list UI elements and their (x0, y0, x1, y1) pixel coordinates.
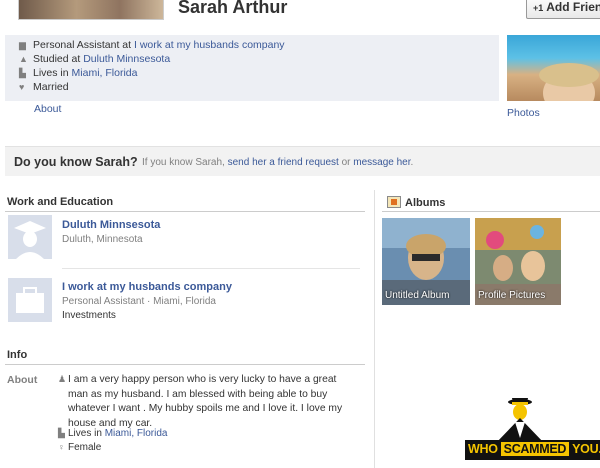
add-friend-label: Add Friend (546, 0, 600, 14)
intro-education-link[interactable]: Duluth Minnsesota (83, 53, 170, 65)
employer-subtitle: Personal Assistant · Miami, Florida (62, 296, 216, 307)
intro-work: ▆ Personal Assistant at I work at my husb… (19, 39, 285, 51)
do-you-know-text: If you know Sarah, send her a friend req… (142, 157, 414, 168)
album-label: Untitled Album (385, 290, 450, 301)
about-link[interactable]: About (34, 103, 61, 115)
building-icon: ▙ (58, 428, 65, 438)
album-profile-pictures[interactable]: Profile Pictures (475, 218, 561, 305)
whoscammedyou-watermark: WHOSCAMMEDYOU.COM (465, 392, 600, 462)
briefcase-icon[interactable] (8, 278, 52, 322)
divider (62, 268, 360, 269)
person-icon: ♟ (58, 374, 67, 384)
photos-thumbnail[interactable] (507, 35, 600, 101)
building-icon: ▙ (19, 68, 26, 78)
albums-icon (387, 196, 401, 208)
intro-relationship: ♥ Married (19, 81, 69, 93)
cover-photo[interactable] (18, 0, 164, 20)
bio-text: I am a very happy person who is very luc… (68, 374, 343, 429)
albums-heading: Albums (405, 197, 446, 209)
about-label: About (7, 374, 38, 386)
heart-icon: ♥ (19, 82, 25, 92)
album-label: Profile Pictures (478, 290, 546, 301)
intro-location-link[interactable]: Miami, Florida (72, 67, 138, 79)
school-link[interactable]: Duluth Minnsesota (62, 219, 160, 231)
add-friend-icon: +1 (533, 3, 544, 13)
work-education-heading: Work and Education (7, 196, 114, 208)
send-friend-request-link[interactable]: send her a friend request (228, 157, 339, 168)
add-friend-button[interactable]: +1Add Friend (526, 0, 600, 19)
watermark-text: WHOSCAMMEDYOU.COM (468, 442, 600, 456)
graduation-cap-icon: ▲ (19, 54, 28, 64)
school-silhouette-icon[interactable] (8, 215, 52, 259)
photo-face-shape (539, 63, 599, 101)
info-gender: ♀ Female (58, 442, 102, 453)
divider (382, 211, 600, 212)
intro-education: ▲ Studied at Duluth Minnsesota (19, 53, 171, 65)
info-lives-link[interactable]: Miami, Florida (105, 428, 168, 439)
info-heading: Info (7, 349, 28, 361)
photos-link[interactable]: Photos (507, 107, 540, 119)
gender-icon: ♀ (58, 442, 65, 452)
do-you-know-bar: Do you know Sarah? If you know Sarah, se… (5, 146, 600, 176)
message-her-link[interactable]: message her (353, 157, 410, 168)
intro-location: ▙ Lives in Miami, Florida (19, 67, 138, 79)
profile-name: Sarah Arthur (178, 0, 288, 17)
intro-box: ▆ Personal Assistant at I work at my husb… (5, 35, 499, 101)
school-location: Duluth, Minnesota (62, 234, 143, 245)
column-divider (374, 190, 375, 468)
divider (5, 211, 365, 212)
employer-detail: Investments (62, 310, 116, 321)
briefcase-icon: ▆ (19, 40, 26, 50)
info-lives-in: ▙ Lives in Miami, Florida (58, 428, 168, 439)
do-you-know-title: Do you know Sarah? (14, 155, 138, 169)
divider (5, 364, 365, 365)
intro-work-link[interactable]: I work at my husbands company (134, 39, 285, 51)
album-untitled[interactable]: Untitled Album (382, 218, 470, 305)
employer-link[interactable]: I work at my husbands company (62, 281, 232, 293)
